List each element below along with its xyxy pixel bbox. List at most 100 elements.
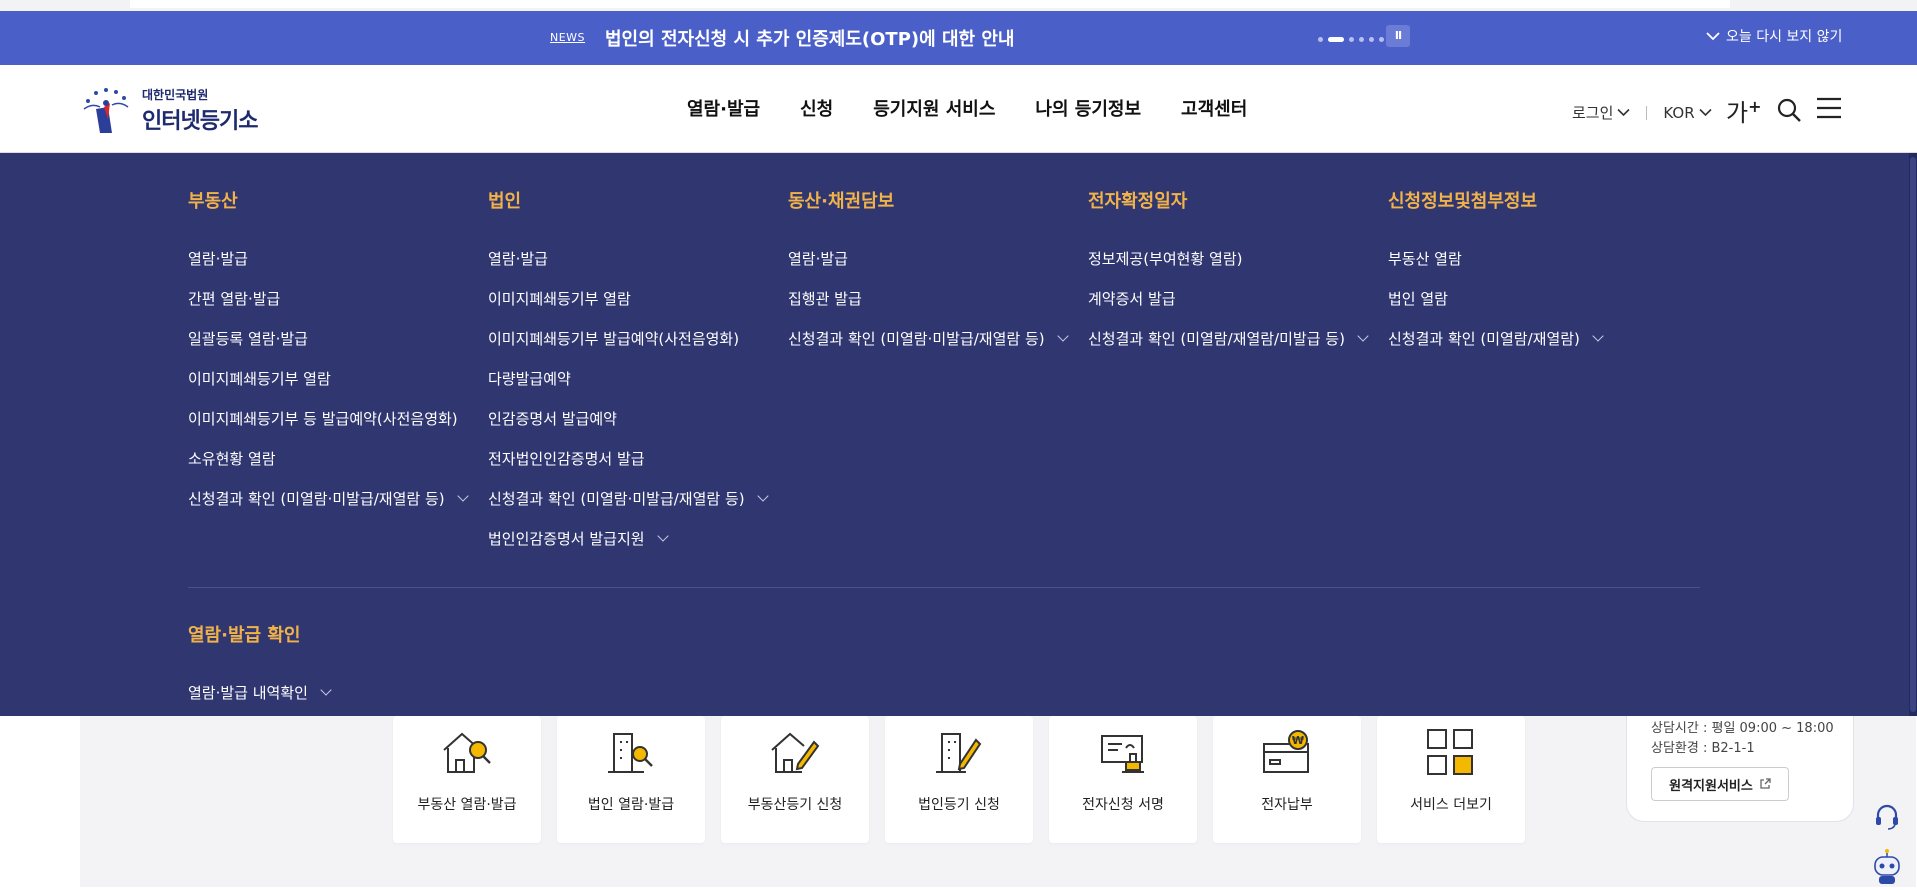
news-pager-dot[interactable] xyxy=(1379,37,1384,42)
service-card-label: 법인등기 신청 xyxy=(918,797,1000,813)
news-pager-dot[interactable] xyxy=(1369,37,1374,42)
service-card-e-payment[interactable]: ₩ 전자납부 xyxy=(1213,716,1361,843)
font-size-plus: + xyxy=(1748,97,1762,116)
house-pen-icon xyxy=(768,728,822,780)
building-pen-icon xyxy=(932,728,986,780)
mega-menu-item[interactable]: 이미지폐쇄등기부 열람 xyxy=(488,278,767,318)
mega-menu-divider xyxy=(188,587,1700,588)
mega-menu-item[interactable]: 열람·발급 xyxy=(188,238,467,278)
service-card-real-estate-view[interactable]: 부동산 열람·발급 xyxy=(393,716,541,843)
service-card-label: 부동산등기 신청 xyxy=(747,797,843,813)
mega-menu-item[interactable]: 다량발급예약 xyxy=(488,358,767,398)
language-dropdown[interactable]: KOR xyxy=(1663,104,1712,122)
mega-menu-item-label: 집행관 발급 xyxy=(788,289,862,308)
service-card-label: 법인 열람·발급 xyxy=(587,797,675,813)
font-size-button[interactable]: 가+ xyxy=(1726,93,1762,128)
mega-menu-item[interactable]: 간편 열람·발급 xyxy=(188,278,467,318)
mega-menu-item[interactable]: 법인 열람 xyxy=(1388,278,1602,318)
nav-item-apply[interactable]: 신청 xyxy=(800,95,833,121)
remote-support-button[interactable]: 원격지원서비스 xyxy=(1651,767,1789,801)
mega-menu-item[interactable]: 법인인감증명서 발급지원 xyxy=(488,518,767,558)
mega-menu-item[interactable]: 신청결과 확인 (미열람·미발급/재열람 등) xyxy=(788,318,1069,358)
mega-menu-scrollbar[interactable] xyxy=(1909,153,1917,716)
nav-item-my-info[interactable]: 나의 등기정보 xyxy=(1035,95,1141,121)
mega-menu-item-label: 신청결과 확인 (미열람/재열람) xyxy=(1388,329,1580,348)
logo-subtitle: 대한민국법원 xyxy=(142,87,209,102)
service-card-more[interactable]: 서비스 더보기 xyxy=(1377,716,1525,843)
chevron-down-icon xyxy=(1056,329,1069,342)
news-pause-button[interactable]: II xyxy=(1386,25,1410,47)
nav-item-support-service[interactable]: 등기지원 서비스 xyxy=(873,95,995,121)
logo-title: 인터넷등기소 xyxy=(142,108,258,134)
mega-menu-item[interactable]: 열람·발급 xyxy=(788,238,1067,278)
mega-menu-item[interactable]: 이미지폐쇄등기부 발급예약(사전음영화) xyxy=(488,318,767,358)
consult-info-box: 상담시간 : 평일 09:00 ~ 18:00 상담환경 : B2-1-1 원격… xyxy=(1626,700,1854,822)
chatbot-button[interactable] xyxy=(1870,848,1904,890)
mega-menu-column-title[interactable]: 신청정보및첨부정보 xyxy=(1388,187,1602,213)
logo-text: 대한민국법원 인터넷등기소 xyxy=(142,86,258,135)
news-headline-link[interactable]: 법인의 전자신청 시 추가 인증제도(OTP)에 대한 안내 xyxy=(605,25,1014,51)
mega-menu-item[interactable]: 신청결과 확인 (미열람·미발급/재열람 등) xyxy=(188,478,469,518)
service-card-label: 서비스 더보기 xyxy=(1410,797,1492,813)
mega-menu-item[interactable]: 정보제공(부여현황 열람) xyxy=(1088,238,1367,278)
mega-menu-column-title[interactable]: 전자확정일자 xyxy=(1088,187,1367,213)
mega-menu-item[interactable]: 전자법인인감증명서 발급 xyxy=(488,438,767,478)
service-card-real-estate-apply[interactable]: 부동산등기 신청 xyxy=(721,716,869,843)
mega-menu-item-label: 간편 열람·발급 xyxy=(188,289,281,308)
svg-text:₩: ₩ xyxy=(1292,734,1304,747)
mega-menu-column-title[interactable]: 법인 xyxy=(488,187,767,213)
service-card-corporation-apply[interactable]: 법인등기 신청 xyxy=(885,716,1033,843)
mega-menu-column-view-check: 열람·발급 확인 열람·발급 내역확인 xyxy=(188,621,332,712)
news-pager-dot[interactable] xyxy=(1318,37,1323,42)
remote-support-label: 원격지원서비스 xyxy=(1669,778,1753,794)
mega-menu-item[interactable]: 열람·발급 xyxy=(488,238,767,278)
news-pager-dot-active[interactable] xyxy=(1328,37,1344,42)
news-pager xyxy=(1318,37,1384,42)
mega-menu-column-title[interactable]: 열람·발급 확인 xyxy=(188,621,330,647)
login-dropdown[interactable]: 로그인 xyxy=(1572,102,1630,123)
mega-menu-item[interactable]: 계약증서 발급 xyxy=(1088,278,1367,318)
nav-item-view-issue[interactable]: 열람·발급 xyxy=(687,95,760,121)
site-logo[interactable]: 대한민국법원 인터넷등기소 xyxy=(78,83,258,137)
mega-menu-item[interactable]: 이미지폐쇄등기부 등 발급예약(사전음영화) xyxy=(188,398,467,438)
mega-menu-item-label: 전자법인인감증명서 발급 xyxy=(488,449,645,468)
mega-menu-column-title[interactable]: 동산·채권담보 xyxy=(788,187,1067,213)
mega-menu-item[interactable]: 신청결과 확인 (미열람/재열람/미발급 등) xyxy=(1088,318,1369,358)
service-card-e-sign[interactable]: 전자신청 서명 xyxy=(1049,716,1197,843)
chevron-down-icon xyxy=(1706,32,1720,41)
hamburger-menu-button[interactable] xyxy=(1816,97,1842,123)
news-pager-dot[interactable] xyxy=(1359,37,1364,42)
chevron-down-icon xyxy=(756,489,769,502)
service-card-corporation-view[interactable]: 법인 열람·발급 xyxy=(557,716,705,843)
mega-menu-item[interactable]: 부동산 열람 xyxy=(1388,238,1602,278)
mega-menu-item[interactable]: 신청결과 확인 (미열람/재열람) xyxy=(1388,318,1604,358)
mega-menu-item[interactable]: 열람·발급 내역확인 xyxy=(188,672,332,712)
mega-menu-item[interactable]: 소유현황 열람 xyxy=(188,438,467,478)
mega-menu-item[interactable]: 집행관 발급 xyxy=(788,278,1067,318)
mega-menu-item[interactable]: 일괄등록 열람·발급 xyxy=(188,318,467,358)
mega-menu-panel: 부동산 열람·발급 간편 열람·발급 일괄등록 열람·발급 이미지폐쇄등기부 열람 이미지… xyxy=(0,153,1917,716)
news-pager-dot[interactable] xyxy=(1349,37,1354,42)
search-button[interactable] xyxy=(1776,97,1802,127)
mega-menu-column: 동산·채권담보열람·발급집행관 발급신청결과 확인 (미열람·미발급/재열람 등… xyxy=(788,187,1069,358)
consult-hours: 상담시간 : 평일 09:00 ~ 18:00 xyxy=(1651,721,1834,736)
mega-menu-column: 신청정보및첨부정보부동산 열람법인 열람신청결과 확인 (미열람/재열람) xyxy=(1388,187,1604,358)
news-dismiss-today-button[interactable]: 오늘 다시 보지 않기 xyxy=(1706,26,1842,46)
service-card-label: 전자납부 xyxy=(1261,797,1313,813)
chevron-down-icon xyxy=(1357,329,1369,342)
news-tag[interactable]: NEWS xyxy=(550,31,585,44)
chevron-down-icon xyxy=(456,489,469,502)
mega-menu-item-label: 부동산 열람 xyxy=(1388,249,1462,268)
mega-menu-column-title[interactable]: 부동산 xyxy=(188,187,467,213)
mega-menu-item-label: 정보제공(부여현황 열람) xyxy=(1088,249,1243,268)
mega-menu-item[interactable]: 신청결과 확인 (미열람·미발급/재열람 등) xyxy=(488,478,769,518)
mega-menu-item-label: 계약증서 발급 xyxy=(1088,289,1176,308)
hamburger-icon xyxy=(1817,97,1841,119)
mega-menu-item-label: 일괄등록 열람·발급 xyxy=(188,329,308,348)
sign-stamp-icon xyxy=(1096,728,1150,780)
nav-item-customer-center[interactable]: 고객센터 xyxy=(1181,95,1247,121)
mega-menu-item[interactable]: 이미지폐쇄등기부 열람 xyxy=(188,358,467,398)
quick-service-cards: 부동산 열람·발급 법인 열람·발급 부동산등기 신청 법인등기 신청 전자신청… xyxy=(393,716,1525,843)
headset-support-button[interactable] xyxy=(1873,802,1901,834)
mega-menu-item[interactable]: 인감증명서 발급예약 xyxy=(488,398,767,438)
